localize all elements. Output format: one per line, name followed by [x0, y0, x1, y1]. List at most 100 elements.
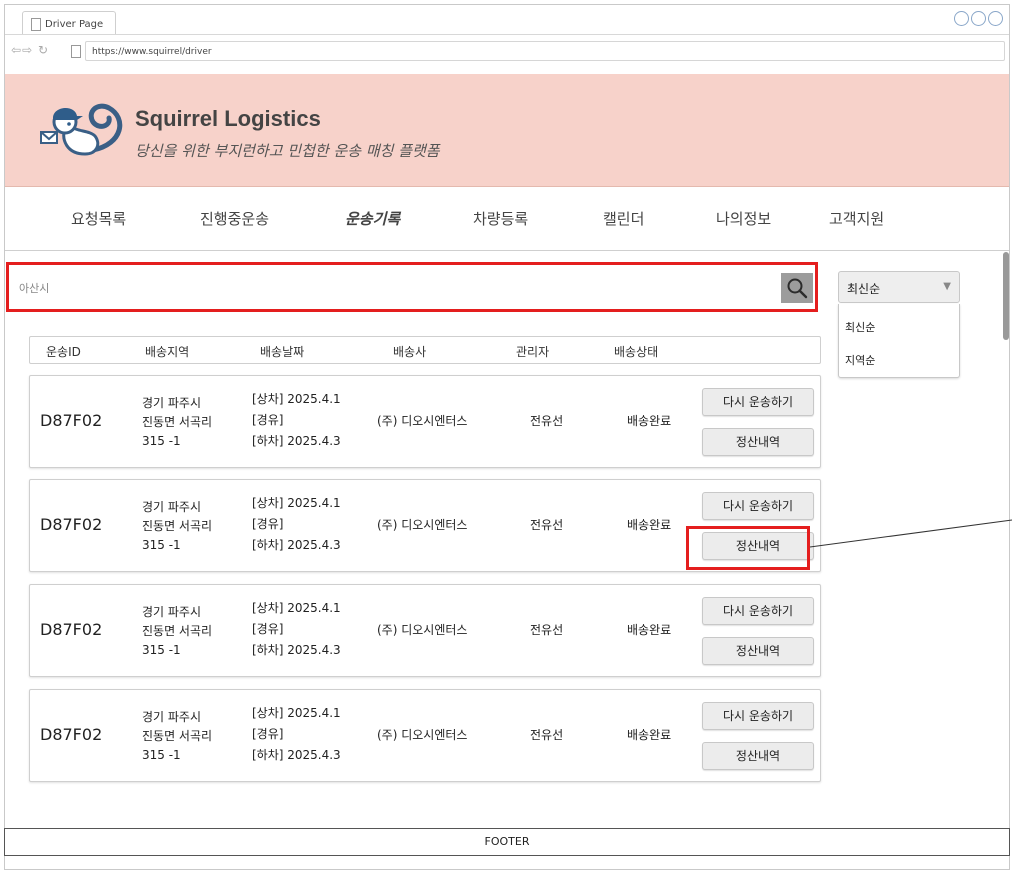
- toolbar-divider: [5, 34, 1009, 35]
- window-controls: [954, 11, 1003, 26]
- via-label: [경유]: [252, 413, 284, 427]
- settlement-button-highlight: [686, 526, 810, 570]
- search-button[interactable]: [781, 273, 813, 303]
- column-header-status: 배송상태: [614, 345, 659, 359]
- window-control-icon[interactable]: [988, 11, 1003, 26]
- chevron-down-icon: ▼: [943, 281, 951, 292]
- region-line: 경기 파주시: [142, 500, 202, 514]
- manager-name: 전유선: [530, 518, 564, 532]
- delivery-dates: [상차] 2025.4.1 [경유] [하차] 2025.4.3: [252, 598, 341, 661]
- nav-item-calendar[interactable]: 캘린더: [603, 208, 644, 229]
- rerun-transport-button[interactable]: 다시 운송하기: [702, 597, 814, 625]
- region-line: 315 -1: [142, 748, 181, 762]
- region-line: 315 -1: [142, 643, 181, 657]
- table-row: D87F02 경기 파주시 진동면 서곡리 315 -1 [상차] 2025.4…: [29, 584, 821, 677]
- unload-date: [하차] 2025.4.3: [252, 538, 341, 552]
- column-header-date: 배송날짜: [260, 345, 305, 359]
- status-badge: 배송완료: [627, 623, 672, 637]
- tab-title: Driver Page: [45, 19, 104, 30]
- delivery-dates: [상차] 2025.4.1 [경유] [하차] 2025.4.3: [252, 703, 341, 766]
- delivery-region: 경기 파주시 진동면 서곡리 315 -1: [142, 394, 212, 451]
- site-header: Squirrel Logistics 당신을 위한 부지런하고 민첩한 운송 매…: [5, 74, 1009, 187]
- delivery-region: 경기 파주시 진동면 서곡리 315 -1: [142, 708, 212, 765]
- region-line: 진동면 서곡리: [142, 519, 213, 533]
- page-icon: [31, 18, 41, 31]
- via-label: [경유]: [252, 727, 284, 741]
- transport-id: D87F02: [40, 515, 103, 534]
- nav-item-request-list[interactable]: 요청목록: [71, 208, 126, 229]
- unload-date: [하차] 2025.4.3: [252, 643, 341, 657]
- load-date: [상차] 2025.4.1: [252, 496, 341, 510]
- nav-item-in-progress[interactable]: 진행중운송: [200, 208, 269, 229]
- sort-menu: 최신순 지역순: [838, 304, 960, 378]
- delivery-dates: [상차] 2025.4.1 [경유] [하차] 2025.4.3: [252, 493, 341, 556]
- carrier-name: (주) 디오시엔터스: [377, 518, 468, 532]
- load-date: [상차] 2025.4.1: [252, 392, 341, 406]
- sort-option-latest[interactable]: 최신순: [845, 319, 875, 335]
- region-line: 315 -1: [142, 538, 181, 552]
- settlement-button[interactable]: 정산내역: [702, 637, 814, 665]
- document-icon: [71, 45, 81, 58]
- sort-option-region[interactable]: 지역순: [845, 352, 875, 368]
- nav-item-my-info[interactable]: 나의정보: [716, 208, 771, 229]
- column-header-region: 배송지역: [145, 345, 190, 359]
- nav-item-vehicle-register[interactable]: 차량등록: [473, 208, 528, 229]
- settlement-button[interactable]: 정산내역: [702, 428, 814, 456]
- sort-selected-value: 최신순: [847, 282, 881, 296]
- region-line: 경기 파주시: [142, 710, 202, 724]
- load-date: [상차] 2025.4.1: [252, 601, 341, 615]
- settlement-button[interactable]: 정산내역: [702, 742, 814, 770]
- status-badge: 배송완료: [627, 518, 672, 532]
- sort-select[interactable]: 최신순 ▼: [838, 271, 960, 303]
- region-line: 진동면 서곡리: [142, 729, 213, 743]
- page-footer: FOOTER: [4, 828, 1010, 856]
- nav-item-support[interactable]: 고객지원: [829, 208, 884, 229]
- window-control-icon[interactable]: [971, 11, 986, 26]
- search-input[interactable]: [17, 273, 791, 303]
- load-date: [상차] 2025.4.1: [252, 706, 341, 720]
- table-row: D87F02 경기 파주시 진동면 서곡리 315 -1 [상차] 2025.4…: [29, 689, 821, 782]
- brand-title: Squirrel Logistics: [135, 106, 321, 131]
- carrier-name: (주) 디오시엔터스: [377, 414, 468, 428]
- nav-divider: [5, 250, 1009, 251]
- scrollbar-thumb[interactable]: [1003, 252, 1009, 340]
- browser-tab[interactable]: Driver Page: [22, 11, 116, 35]
- reload-icon[interactable]: ↻: [38, 43, 49, 57]
- search-icon: [787, 278, 808, 299]
- transport-id: D87F02: [40, 620, 103, 639]
- column-header-manager: 관리자: [516, 345, 550, 359]
- region-line: 진동면 서곡리: [142, 415, 213, 429]
- main-nav: 요청목록 진행중운송 운송기록 차량등록 캘린더 나의정보 고객지원: [5, 190, 1009, 250]
- via-label: [경유]: [252, 517, 284, 531]
- search-bar: [6, 262, 818, 312]
- carrier-name: (주) 디오시엔터스: [377, 728, 468, 742]
- brand-tagline: 당신을 위한 부지런하고 민첩한 운송 매칭 플랫폼: [135, 142, 440, 160]
- window-control-icon[interactable]: [954, 11, 969, 26]
- squirrel-logo-icon: [40, 103, 123, 156]
- forward-arrow-icon[interactable]: ⇨: [22, 43, 33, 57]
- table-row: D87F02 경기 파주시 진동면 서곡리 315 -1 [상차] 2025.4…: [29, 375, 821, 468]
- address-bar[interactable]: https://www.squirrel/driver: [85, 41, 1005, 61]
- nav-item-transport-history[interactable]: 운송기록: [345, 208, 400, 229]
- rerun-transport-button[interactable]: 다시 운송하기: [702, 388, 814, 416]
- region-line: 진동면 서곡리: [142, 624, 213, 638]
- browser-nav-controls: ⇦⇨ ↻: [11, 43, 49, 57]
- manager-name: 전유선: [530, 623, 564, 637]
- region-line: 경기 파주시: [142, 396, 202, 410]
- delivery-region: 경기 파주시 진동면 서곡리 315 -1: [142, 603, 212, 660]
- unload-date: [하차] 2025.4.3: [252, 434, 341, 448]
- manager-name: 전유선: [530, 728, 564, 742]
- manager-name: 전유선: [530, 414, 564, 428]
- status-badge: 배송완료: [627, 728, 672, 742]
- unload-date: [하차] 2025.4.3: [252, 748, 341, 762]
- transport-id: D87F02: [40, 411, 103, 430]
- back-arrow-icon[interactable]: ⇦: [11, 43, 22, 57]
- carrier-name: (주) 디오시엔터스: [377, 623, 468, 637]
- rerun-transport-button[interactable]: 다시 운송하기: [702, 492, 814, 520]
- transport-id: D87F02: [40, 725, 103, 744]
- table-header: 운송ID 배송지역 배송날짜 배송사 관리자 배송상태: [29, 336, 821, 364]
- delivery-region: 경기 파주시 진동면 서곡리 315 -1: [142, 498, 212, 555]
- column-header-carrier: 배송사: [393, 345, 427, 359]
- region-line: 315 -1: [142, 434, 181, 448]
- rerun-transport-button[interactable]: 다시 운송하기: [702, 702, 814, 730]
